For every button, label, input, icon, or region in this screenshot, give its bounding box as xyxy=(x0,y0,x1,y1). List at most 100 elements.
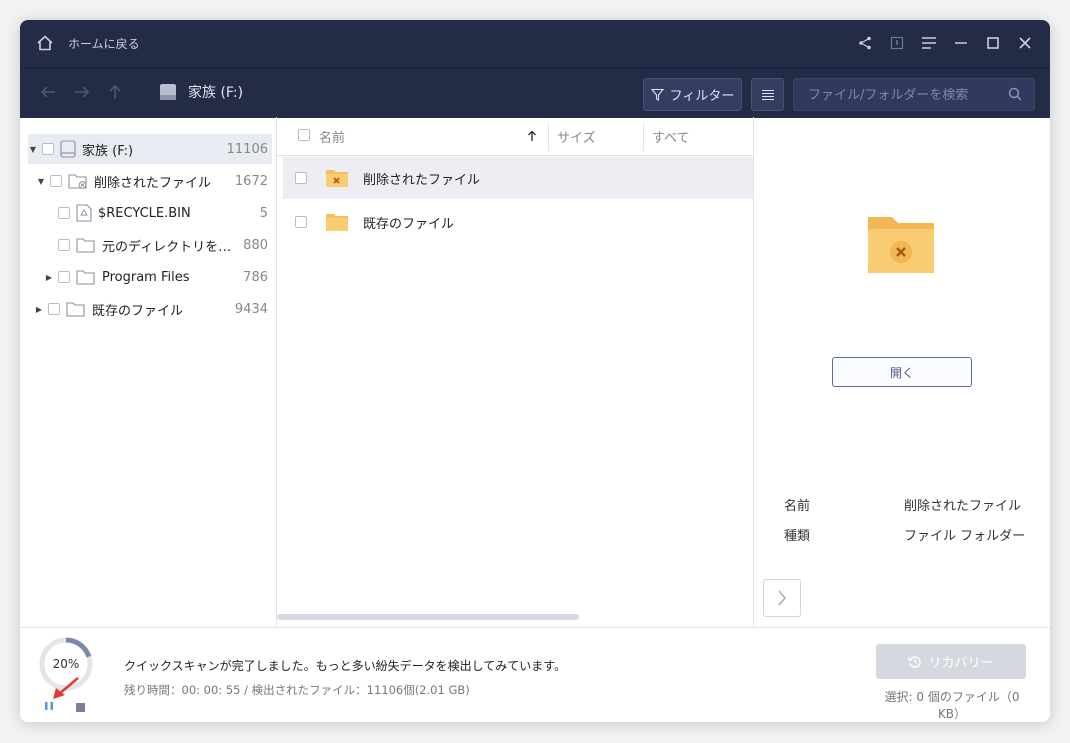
minimize-icon[interactable] xyxy=(952,34,970,52)
toolbar: 家族 (F:) フィルター xyxy=(20,68,1050,118)
row-checkbox[interactable] xyxy=(295,172,307,184)
file-list: 名前 サイズ すべて 削除されたファイル 既存のファイル xyxy=(277,117,754,627)
horizontal-scrollbar[interactable] xyxy=(277,614,579,620)
deleted-folder-large-icon xyxy=(868,217,934,273)
tree-checkbox[interactable] xyxy=(58,239,70,251)
tree-item-label: $RECYCLE.BIN xyxy=(98,205,191,221)
property-label: 名前 xyxy=(784,499,811,514)
open-button[interactable]: 開く xyxy=(832,357,972,387)
filter-label: フィルター xyxy=(669,89,735,104)
tree-item-label: 既存のファイル xyxy=(92,303,184,319)
filter-button[interactable]: フィルター xyxy=(643,78,742,111)
column-all-label: すべて xyxy=(652,130,690,146)
recover-icon xyxy=(908,655,922,668)
close-icon[interactable] xyxy=(1016,34,1034,52)
folder-icon xyxy=(66,302,85,317)
up-arrow-icon[interactable] xyxy=(108,84,122,104)
column-size-label: サイズ xyxy=(557,130,596,146)
tree-item-recycle-bin[interactable]: $RECYCLE.BIN 5 xyxy=(28,198,272,228)
info-icon[interactable] xyxy=(888,34,906,52)
property-label: 種類 xyxy=(784,529,811,544)
tree-item-label: 元のディレクトリを失ったファイル xyxy=(102,239,240,255)
select-all-checkbox[interactable] xyxy=(298,129,310,141)
tree-item-count: 1672 xyxy=(234,173,268,189)
tree-item-count: 5 xyxy=(259,205,268,221)
search-box xyxy=(793,78,1035,112)
status-message: クイックスキャンが完了しました。もっと多い紛失データを検出してみています。 xyxy=(124,659,567,673)
tree-item-deleted-files[interactable]: ▼ 削除されたファイル 1672 xyxy=(28,166,272,196)
folder-icon xyxy=(76,270,95,285)
home-label: ホームに戻る xyxy=(68,36,140,51)
list-row[interactable]: 削除されたファイル xyxy=(283,157,753,199)
deleted-folder-icon xyxy=(68,174,87,189)
tree-item-count: 11106 xyxy=(226,141,268,157)
filter-icon xyxy=(650,88,664,101)
column-divider[interactable] xyxy=(548,123,549,151)
current-location: 家族 (F:) xyxy=(158,82,243,102)
expand-down-icon[interactable]: ▼ xyxy=(28,145,38,154)
recycle-file-icon xyxy=(76,204,92,222)
drive-label: 家族 (F:) xyxy=(188,85,244,101)
tree-item-existing-files[interactable]: ▶ 既存のファイル 9434 xyxy=(28,294,272,324)
menu-icon[interactable] xyxy=(920,34,938,52)
search-input[interactable] xyxy=(806,79,1005,112)
annotation-arrow-icon xyxy=(53,677,79,699)
home-button[interactable]: ホームに戻る xyxy=(36,34,140,52)
column-all[interactable]: すべて xyxy=(652,117,742,155)
view-list-button[interactable] xyxy=(751,78,784,111)
status-bar: 20% クイックスキャンが完了しました。もっと多い紛失データを検出してみています… xyxy=(20,627,1050,722)
tree-item-program-files[interactable]: ▶ Program Files 786 xyxy=(28,262,272,292)
tree-item-count: 880 xyxy=(243,237,268,253)
back-arrow-icon[interactable] xyxy=(40,84,56,104)
tree-checkbox[interactable] xyxy=(58,207,70,219)
stop-icon[interactable] xyxy=(76,703,85,712)
tree-item-label: Program Files xyxy=(102,269,190,285)
tree-item-drive[interactable]: ▼ 家族 (F:) 11106 xyxy=(28,134,272,164)
column-name[interactable]: 名前 xyxy=(319,117,549,155)
status-detail: 残り時間：00: 00: 55 / 検出されたファイル：11106個(2.01 … xyxy=(124,683,470,697)
home-icon xyxy=(37,35,53,51)
row-checkbox[interactable] xyxy=(295,216,307,228)
list-view-icon xyxy=(761,89,774,100)
tree-checkbox[interactable] xyxy=(48,303,60,315)
deleted-folder-icon xyxy=(326,170,348,187)
drive-icon xyxy=(60,140,76,158)
expand-right-icon[interactable]: ▶ xyxy=(34,305,44,314)
tree-checkbox[interactable] xyxy=(58,271,70,283)
tree-checkbox[interactable] xyxy=(50,175,62,187)
share-icon[interactable] xyxy=(856,34,874,52)
column-name-label: 名前 xyxy=(319,130,346,146)
sort-up-icon xyxy=(528,130,536,141)
preview-pane: 開く 名前 削除されたファイル 種類 ファイル フォルダー xyxy=(754,117,1050,627)
title-bar: ホームに戻る xyxy=(20,20,1050,68)
selection-info: 選択: 0 個のファイル（0 KB） xyxy=(884,690,1020,721)
column-divider[interactable] xyxy=(643,123,644,151)
forward-arrow-icon[interactable] xyxy=(74,84,90,104)
expand-right-icon[interactable]: ▶ xyxy=(44,273,54,282)
row-name: 既存のファイル xyxy=(363,216,455,232)
property-value: 削除されたファイル xyxy=(904,499,1022,514)
list-row[interactable]: 既存のファイル xyxy=(283,201,753,243)
tree-item-count: 9434 xyxy=(234,301,268,317)
recover-label: リカバリー xyxy=(928,656,994,671)
tree-item-count: 786 xyxy=(243,269,268,285)
next-button[interactable] xyxy=(763,579,801,617)
list-header: 名前 サイズ すべて xyxy=(277,117,753,156)
folder-icon xyxy=(76,238,95,253)
chevron-right-icon xyxy=(778,590,787,606)
folder-icon xyxy=(326,214,348,231)
recover-button[interactable]: リカバリー xyxy=(876,644,1026,679)
tree-item-label: 家族 (F:) xyxy=(82,143,134,159)
tree-checkbox[interactable] xyxy=(42,143,54,155)
maximize-icon[interactable] xyxy=(984,34,1002,52)
pause-icon[interactable] xyxy=(44,701,54,711)
column-size[interactable]: サイズ xyxy=(557,117,643,155)
tree-item-lost-directory[interactable]: 元のディレクトリを失ったファイル 880 xyxy=(28,230,272,260)
drive-icon xyxy=(160,84,176,100)
expand-down-icon[interactable]: ▼ xyxy=(36,177,46,186)
property-value: ファイル フォルダー xyxy=(904,529,1026,544)
row-name: 削除されたファイル xyxy=(363,172,481,188)
folder-tree: ▼ 家族 (F:) 11106 ▼ 削除されたファイル 1672 $RECYCL… xyxy=(20,117,277,627)
search-icon[interactable] xyxy=(1008,87,1022,101)
tree-item-label: 削除されたファイル xyxy=(94,175,212,191)
